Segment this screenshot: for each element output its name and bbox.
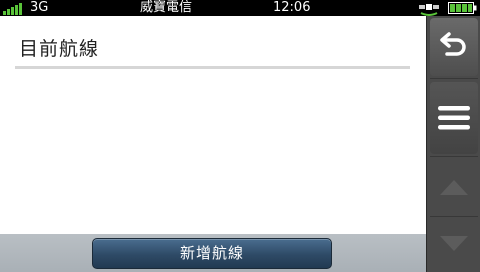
menu-icon xyxy=(438,106,470,130)
scroll-down-button[interactable] xyxy=(430,216,478,272)
page-title: 目前航線 xyxy=(19,38,100,60)
add-route-button[interactable]: 新增航線 xyxy=(92,238,332,269)
network-type: 3G xyxy=(30,0,49,15)
menu-button[interactable] xyxy=(430,82,478,154)
signal-strength-icon xyxy=(3,2,27,15)
back-button[interactable] xyxy=(430,18,478,76)
status-bar: 3G 威寶電信 12:06 xyxy=(0,0,480,16)
carrier-name: 威寶電信 xyxy=(140,0,193,15)
title-divider xyxy=(15,66,410,69)
scroll-up-button[interactable] xyxy=(430,158,478,216)
arrow-up-icon xyxy=(440,180,468,195)
gps-satellite-icon xyxy=(419,4,439,16)
route-panel: 目前航線 xyxy=(0,16,426,234)
bottom-toolbar: 新增航線 xyxy=(0,234,426,272)
back-arrow-icon xyxy=(440,32,466,56)
arrow-down-icon xyxy=(440,236,468,251)
clock: 12:06 xyxy=(273,0,311,15)
battery-icon xyxy=(448,2,477,14)
right-sidebar xyxy=(426,16,480,272)
